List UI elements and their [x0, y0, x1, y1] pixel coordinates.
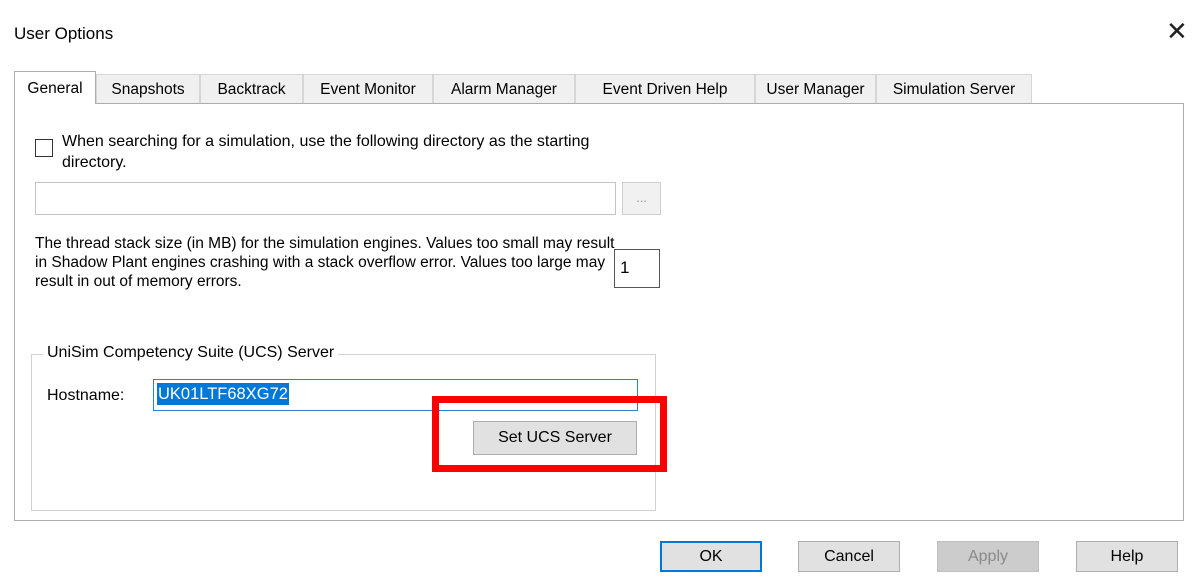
cancel-button[interactable]: Cancel [798, 541, 900, 572]
tab-general[interactable]: General [14, 71, 96, 104]
search-directory-checkbox[interactable] [35, 139, 53, 157]
tab-backtrack[interactable]: Backtrack [200, 74, 303, 103]
tab-snapshots[interactable]: Snapshots [96, 74, 200, 103]
tab-simulation-server[interactable]: Simulation Server [876, 74, 1032, 103]
tab-alarm-manager[interactable]: Alarm Manager [433, 74, 575, 103]
apply-button[interactable]: Apply [937, 541, 1039, 572]
search-directory-label: When searching for a simulation, use the… [62, 133, 590, 171]
tab-event-monitor[interactable]: Event Monitor [303, 74, 433, 103]
stack-size-label: The thread stack size (in MB) for the si… [35, 235, 615, 290]
search-directory-input[interactable] [35, 182, 616, 215]
ok-button[interactable]: OK [660, 541, 762, 572]
help-button[interactable]: Help [1076, 541, 1178, 572]
set-ucs-server-button[interactable]: Set UCS Server [473, 421, 637, 455]
hostname-label: Hostname: [47, 387, 125, 404]
browse-button[interactable]: ... [622, 182, 661, 215]
hostname-input[interactable]: UK01LTF68XG72 [153, 379, 638, 411]
tab-event-driven-help[interactable]: Event Driven Help [575, 74, 755, 103]
stack-size-input[interactable]: 1 [614, 249, 660, 288]
close-icon[interactable]: ✕ [1166, 16, 1188, 46]
dialog-title: User Options [14, 24, 114, 43]
tab-user-manager[interactable]: User Manager [755, 74, 876, 103]
hostname-selected-text: UK01LTF68XG72 [157, 383, 289, 405]
ucs-server-group-label: UniSim Competency Suite (UCS) Server [43, 344, 339, 362]
